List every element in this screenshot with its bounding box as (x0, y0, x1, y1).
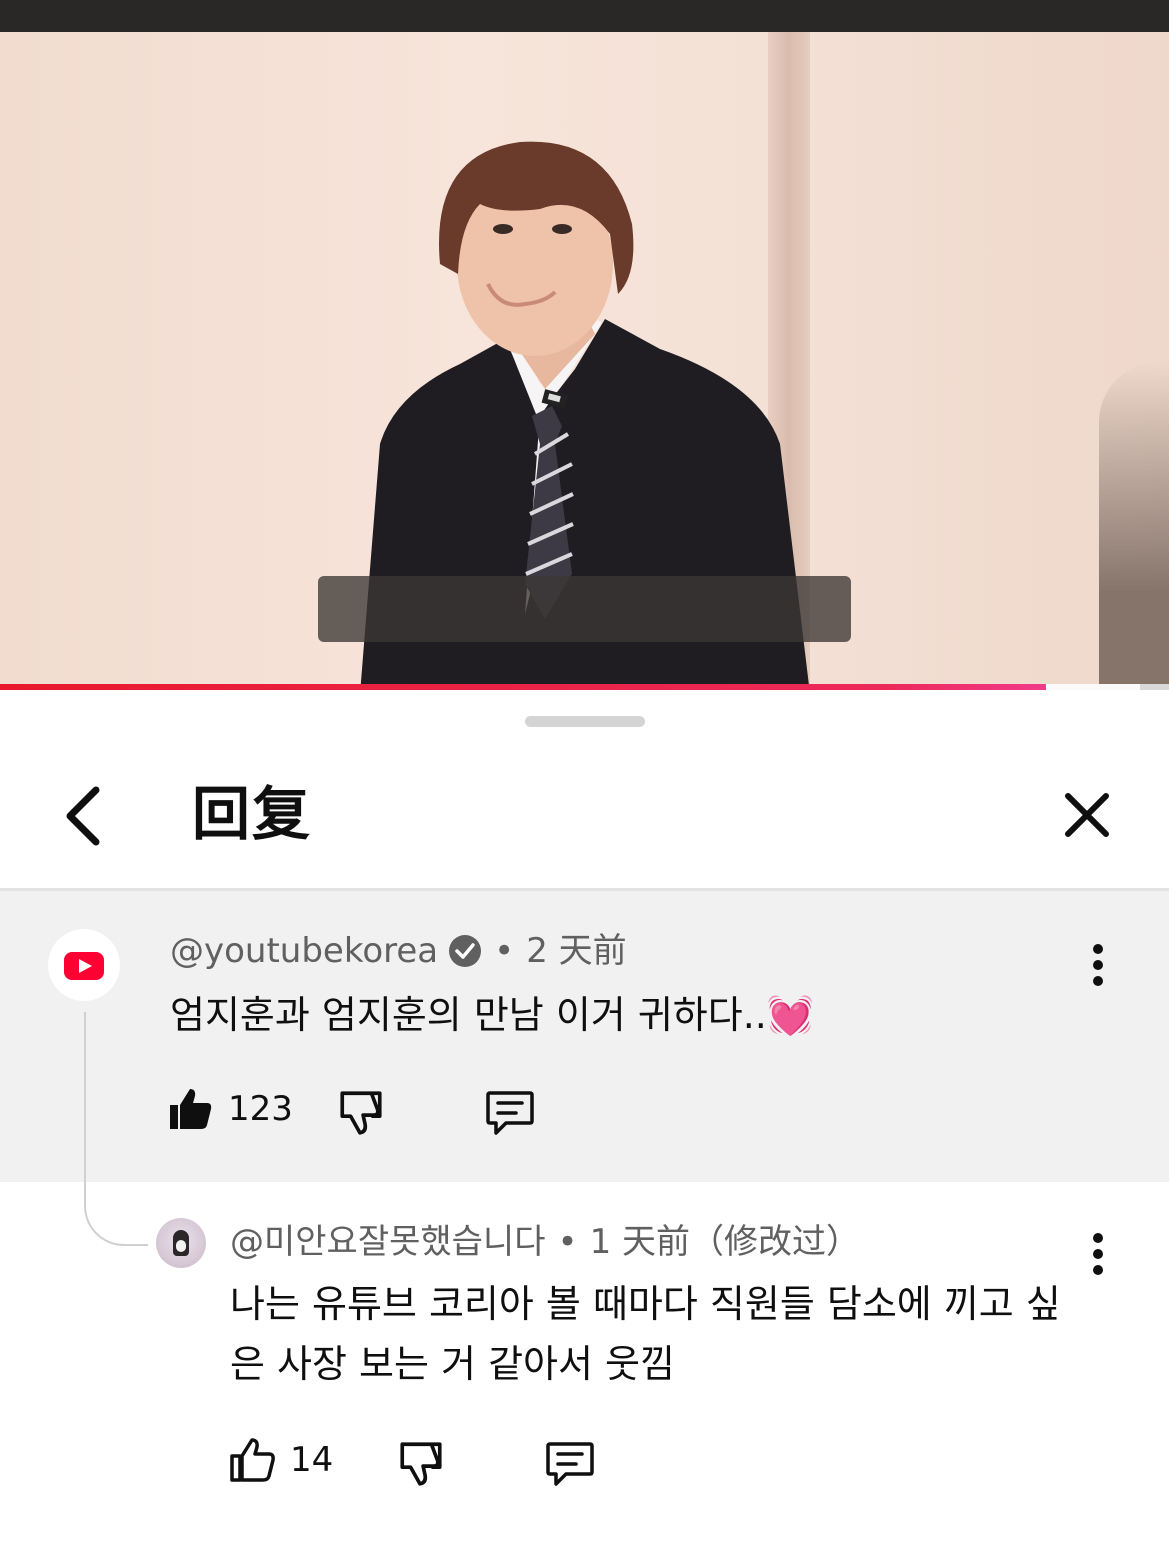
thumbs-down-icon (340, 1091, 382, 1135)
comment-body: 엄지훈과 엄지훈의 만남 이거 귀하다.. (170, 993, 767, 1037)
more-vertical-icon (1093, 1233, 1103, 1275)
comment-icon (486, 1091, 534, 1135)
parent-comment: @youtubekorea • 2 天前 엄지훈과 엄지훈의 만남 이거 귀하다..… (0, 891, 1169, 1182)
verified-check-icon (449, 935, 482, 967)
page-title: 回复 (192, 780, 313, 848)
close-button[interactable] (1052, 782, 1122, 852)
replies-sheet: 回复 @youtubekorea • 2 天前 엄지훈과 엄지훈의 만남 이거 귀하… (0, 690, 1169, 1559)
reply-text-line-1: 나는 유튜브 코리아 볼 때마다 직원들 담소에 끼고 싶 (230, 1282, 1061, 1326)
like-count: 123 (228, 1089, 293, 1129)
meta-separator: • (557, 1222, 578, 1262)
reply-text-line-2: 은 사장 보는 거 같아서 웃낌 (230, 1342, 675, 1386)
comment-emoji: 💓 (766, 993, 815, 1037)
comment-text: 엄지훈과 엄지훈의 만남 이거 귀하다..💓 (170, 985, 814, 1045)
comment-author[interactable]: @youtubekorea (170, 931, 438, 971)
comment-time: 2 天前 (526, 931, 627, 971)
close-icon (1065, 793, 1109, 837)
caption-box (318, 576, 851, 642)
reply-edited: （修改过） (690, 1222, 861, 1262)
reply-button[interactable] (484, 1087, 536, 1137)
reply-like-count: 14 (290, 1440, 334, 1480)
dislike-button[interactable] (336, 1087, 386, 1137)
avatar-figure-belly (176, 1240, 186, 1252)
reply-like-button[interactable]: 14 (228, 1436, 333, 1484)
chevron-left-icon (66, 786, 100, 846)
meta-separator: • (494, 931, 515, 971)
comment-icon (546, 1442, 594, 1486)
back-button[interactable] (48, 780, 118, 850)
background-shadow (1099, 362, 1169, 688)
reply-meta: @미안요잘못했습니다 • 1 天前（修改过） (230, 1220, 860, 1264)
avatar[interactable] (48, 929, 120, 1001)
comment-meta: @youtubekorea • 2 天前 (170, 929, 627, 973)
reply-more-button[interactable] (1078, 1224, 1118, 1284)
status-strip (0, 0, 1169, 32)
reply-dislike-button[interactable] (396, 1438, 446, 1488)
sheet-grabber[interactable] (525, 716, 645, 727)
reply-reply-button[interactable] (544, 1438, 596, 1488)
like-button[interactable]: 123 (166, 1085, 293, 1133)
reply-time: 1 天前 (589, 1222, 691, 1262)
thumbs-down-icon (400, 1442, 442, 1486)
reply-author[interactable]: @미안요잘못했습니다 (230, 1222, 546, 1262)
youtube-logo-icon (64, 952, 104, 980)
more-vertical-icon (1093, 944, 1103, 986)
thumbs-up-icon (170, 1089, 212, 1129)
sheet-header: 回复 (0, 750, 1169, 888)
reply-avatar[interactable] (156, 1218, 206, 1268)
video-player[interactable] (0, 32, 1169, 688)
reply-text: 나는 유튜브 코리아 볼 때마다 직원들 담소에 끼고 싶 은 사장 보는 거 … (230, 1274, 1110, 1394)
thread-connector-line (84, 1012, 148, 1246)
thumbs-up-icon (230, 1438, 275, 1482)
comment-more-button[interactable] (1078, 935, 1118, 995)
